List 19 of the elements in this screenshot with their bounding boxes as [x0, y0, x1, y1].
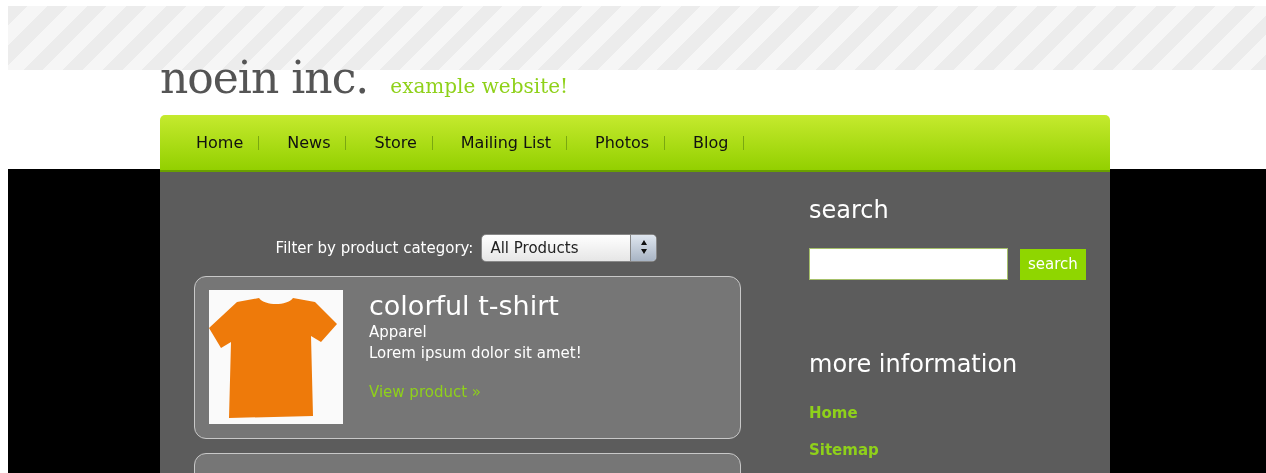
- product-category: Apparel: [369, 322, 428, 343]
- info-heading: more information: [809, 349, 1019, 380]
- nav-link[interactable]: Photos: [595, 130, 665, 155]
- info-link[interactable]: Home: [809, 402, 1086, 425]
- category-select[interactable]: All Products: [481, 234, 658, 262]
- nav-link[interactable]: News: [287, 130, 346, 155]
- nav-link[interactable]: Home: [196, 130, 259, 155]
- tagline: example website!: [390, 73, 569, 100]
- product-title: colorful t-shirt: [369, 290, 560, 323]
- nav-link[interactable]: Store: [374, 130, 432, 155]
- info-link[interactable]: Sitemap: [809, 438, 1086, 461]
- nav-link[interactable]: Mailing List: [460, 130, 567, 155]
- nav-link[interactable]: Blog: [693, 130, 744, 155]
- logo: noein inc.: [160, 56, 369, 100]
- search-heading: search: [809, 195, 890, 226]
- search-field[interactable]: [809, 248, 1008, 280]
- filter-label: Filter by product category:: [275, 237, 474, 259]
- stepper-icon: [640, 240, 647, 254]
- product-description: Lorem ipsum dolor sit amet!: [369, 342, 582, 363]
